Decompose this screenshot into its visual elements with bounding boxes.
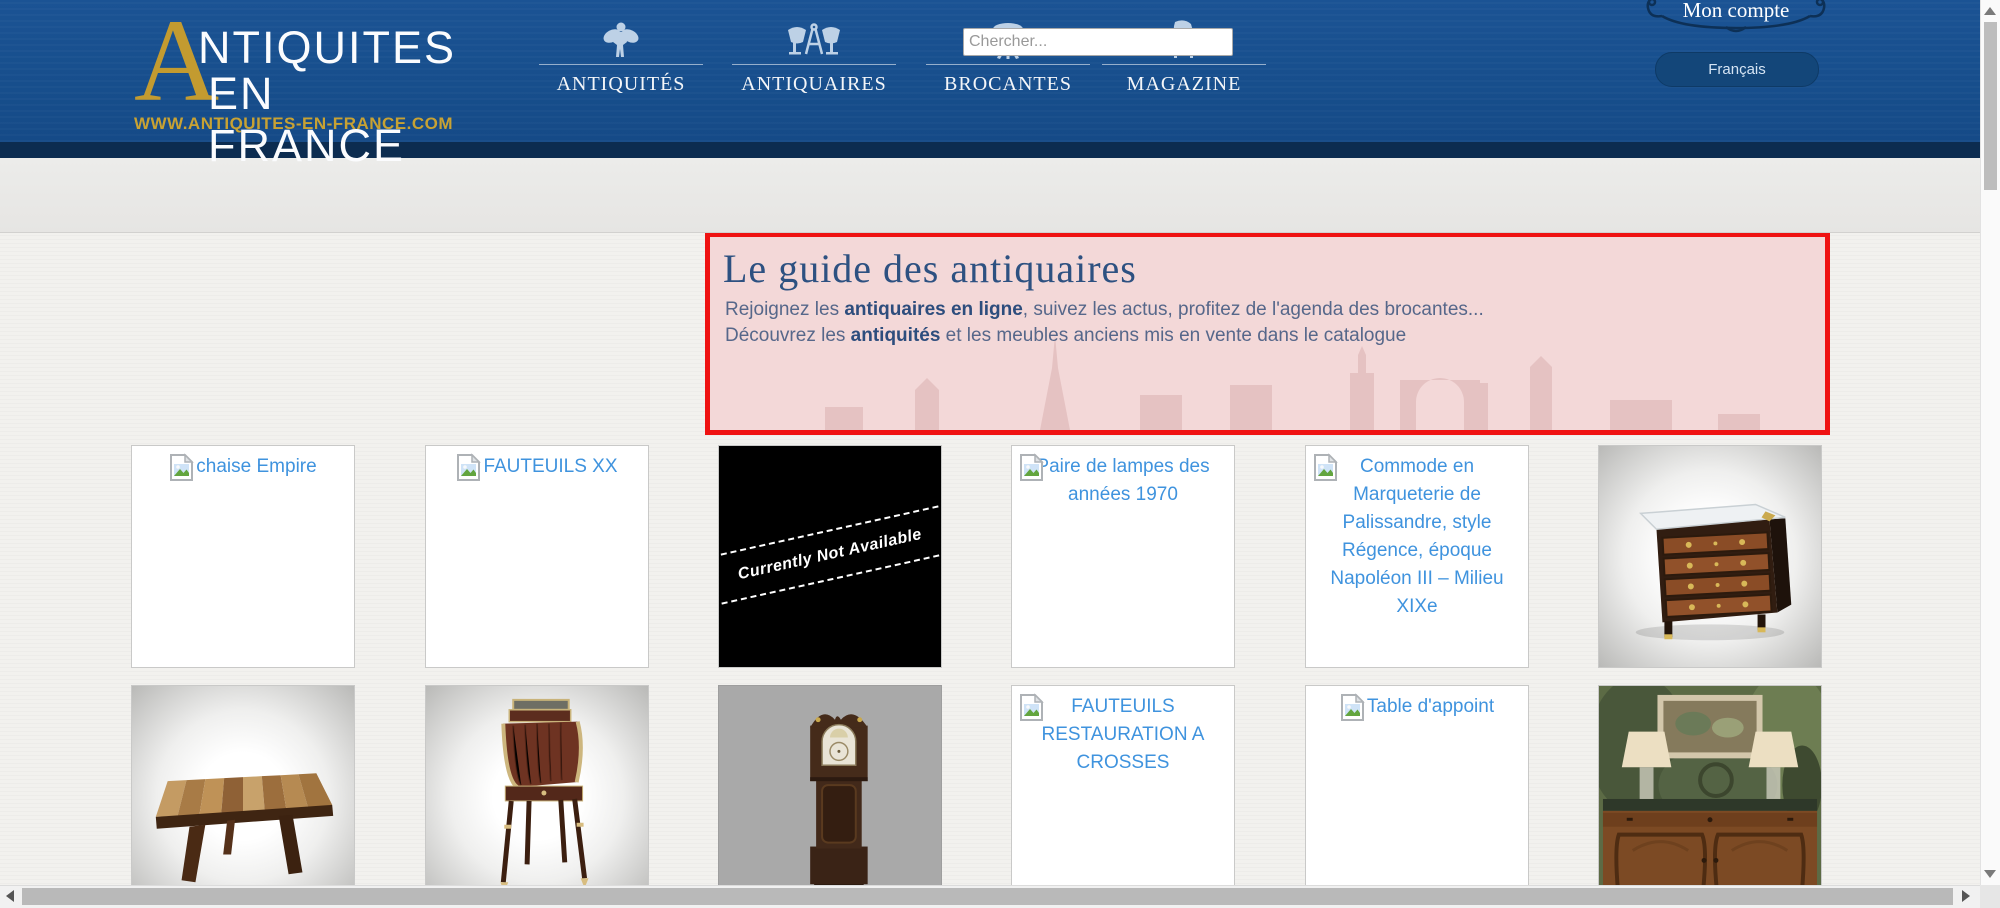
guide-text-line1: Rejoignez les antiquaires en ligne, suiv… [725, 299, 1484, 321]
nav-antiquites-label: ANTIQUITÉS [529, 73, 713, 96]
product-card-commode-marqueterie[interactable]: Commode en Marqueterie de Palissandre, s… [1305, 445, 1529, 668]
cherub-icon [529, 20, 713, 60]
product-card-grandfather-clock-photo[interactable] [718, 685, 942, 908]
product-card-commode-photo[interactable] [1598, 445, 1822, 668]
unavailable-band: Currently Not Available [718, 501, 942, 609]
nav-underline [732, 64, 896, 65]
language-label: Français [1708, 61, 1766, 78]
unavailable-text: Currently Not Available [718, 516, 942, 592]
product-card-paire-de-lampes[interactable]: Paire de lampes des années 1970 [1011, 445, 1235, 668]
vertical-scrollbar-thumb[interactable] [1984, 22, 1997, 190]
product-alt-text: FAUTEUILS XX [483, 453, 617, 481]
product-alt-text: FAUTEUILS RESTAURATION A CROSSES [1042, 696, 1205, 773]
scroll-right-icon[interactable] [1962, 890, 1970, 902]
nav-brocantes-label: BROCANTES [916, 73, 1100, 96]
guide-title: Le guide des antiquaires [723, 245, 1137, 292]
horizontal-scrollbar-thumb[interactable] [22, 888, 1953, 905]
product-alt-text: Paire de lampes des années 1970 [1036, 456, 1209, 505]
broken-image-icon [169, 453, 195, 481]
guide-text-line2: Découvrez les antiquités et les meubles … [725, 325, 1406, 347]
site-logo[interactable]: A NTIQUITES EN FRANCE WWW.ANTIQUITES-EN-… [134, 16, 464, 134]
product-card-table-dappoint[interactable]: Table d'appoint [1305, 685, 1529, 908]
broken-image-icon [1019, 453, 1045, 481]
buffet-lamps-photo [1599, 686, 1821, 907]
cylinder-desk-photo [426, 686, 648, 907]
product-alt-text: Commode en Marqueterie de Palissandre, s… [1330, 456, 1503, 617]
product-alt-text: Table d'appoint [1367, 693, 1494, 721]
scrollbar-corner [1980, 885, 2000, 908]
language-button[interactable]: Français [1655, 52, 1819, 87]
broken-image-icon [456, 453, 482, 481]
nav-magazine-label: MAGAZINE [1092, 73, 1276, 96]
broken-image-icon [1340, 693, 1366, 721]
nav-antiquites[interactable]: ANTIQUITÉS [529, 20, 713, 110]
product-card-unavailable[interactable]: Currently Not Available [718, 445, 942, 668]
broken-image-icon [1313, 453, 1339, 481]
account-button[interactable]: Mon compte [1630, 0, 1842, 46]
commode-photo [1599, 446, 1821, 667]
account-label: Mon compte [1630, 0, 1842, 23]
nav-underline [1102, 64, 1266, 65]
nav-underline [926, 64, 1090, 65]
logo-url: WWW.ANTIQUITES-EN-FRANCE.COM [134, 114, 453, 134]
guide-banner[interactable]: Le guide des antiquaires Rejoignez les a… [705, 232, 1830, 435]
compass-chairs-icon [722, 20, 906, 60]
nav-antiquaires[interactable]: ANTIQUAIRES [722, 20, 906, 110]
product-card-fauteuils-xx[interactable]: FAUTEUILS XX [425, 445, 649, 668]
product-card-plank-table-photo[interactable] [131, 685, 355, 908]
product-alt-text: chaise Empire [196, 453, 316, 481]
product-card-buffet-photo[interactable] [1598, 685, 1822, 908]
scroll-up-icon[interactable] [1984, 7, 1996, 15]
nav-underline [539, 64, 703, 65]
antiquites-en-france-homepage: A NTIQUITES EN FRANCE WWW.ANTIQUITES-EN-… [0, 0, 2000, 908]
search-input[interactable] [963, 28, 1233, 56]
scroll-left-icon[interactable] [6, 890, 14, 902]
product-card-cylinder-desk-photo[interactable] [425, 685, 649, 908]
product-card-chaise-empire[interactable]: chaise Empire [131, 445, 355, 668]
logo-line1: NTIQUITES [198, 22, 456, 74]
product-card-fauteuils-restauration[interactable]: FAUTEUILS RESTAURATION A CROSSES [1011, 685, 1235, 908]
scroll-down-icon[interactable] [1984, 870, 1996, 878]
grandfather-clock-photo [719, 686, 941, 907]
nav-antiquaires-label: ANTIQUAIRES [722, 73, 906, 96]
broken-image-icon [1019, 693, 1045, 721]
plank-table-photo [132, 686, 354, 907]
